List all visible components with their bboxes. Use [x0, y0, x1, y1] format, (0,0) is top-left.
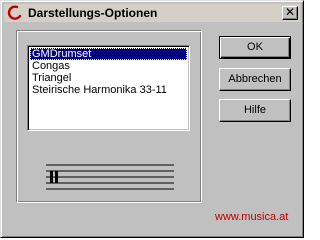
list-item-triangel[interactable]: Triangel: [30, 72, 187, 84]
percussion-staff-icon: [46, 164, 174, 190]
list-item-gmdrumset[interactable]: GMDrumset: [30, 48, 187, 60]
close-icon: ✕: [284, 5, 296, 19]
instrument-listbox[interactable]: GMDrumset Congas Triangel Steirische Har…: [27, 45, 190, 131]
ok-button[interactable]: OK: [219, 36, 291, 59]
dialog-window: Darstellungs-Optionen ✕ GMDrumset Congas…: [0, 0, 304, 238]
website-link[interactable]: www.musica.at: [215, 211, 288, 223]
window-title: Darstellungs-Optionen: [28, 6, 158, 20]
title-bar: Darstellungs-Optionen ✕: [4, 4, 300, 22]
red-crescent-icon: [7, 5, 22, 20]
list-item-steirische-harmonika[interactable]: Steirische Harmonika 33-11: [30, 84, 187, 96]
cancel-button[interactable]: Abbrechen: [219, 68, 291, 91]
help-button[interactable]: Hilfe: [219, 99, 291, 122]
close-button[interactable]: ✕: [282, 6, 298, 20]
list-item-congas[interactable]: Congas: [30, 60, 187, 72]
